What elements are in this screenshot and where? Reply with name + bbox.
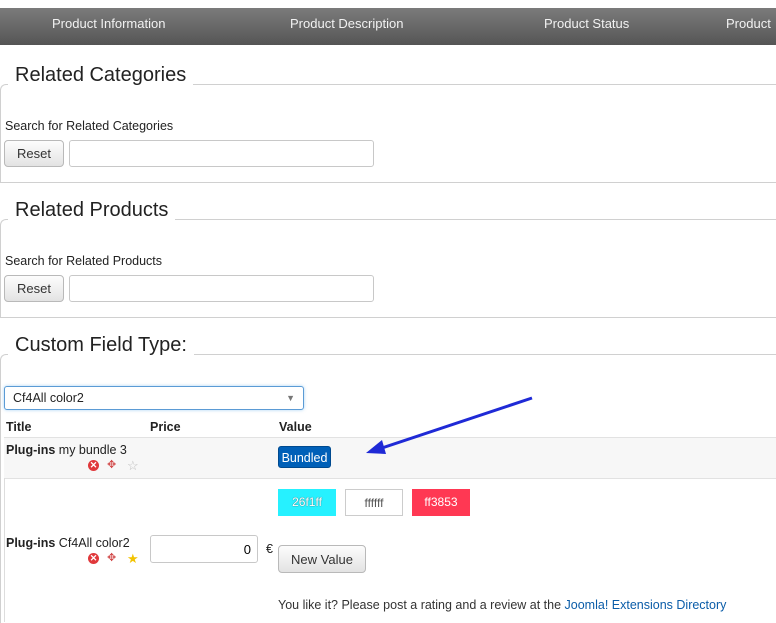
star-icon[interactable]: ☆	[127, 459, 139, 472]
related-products-legend: Related Products	[8, 199, 176, 222]
tab-product[interactable]: Product	[726, 8, 771, 45]
arrow-annotation	[366, 396, 533, 454]
price-input[interactable]	[150, 535, 258, 563]
footer-text: You like it? Please post a rating and a …	[278, 598, 726, 612]
bundled-badge[interactable]: Bundled	[278, 446, 331, 468]
footer-prefix: You like it? Please post a rating and a …	[278, 598, 565, 612]
currency-symbol: €	[266, 542, 273, 556]
column-header-price: Price	[150, 420, 181, 434]
column-header-title: Title	[6, 420, 32, 434]
related-categories-fieldset	[0, 84, 776, 183]
move-icon[interactable]: ✥	[107, 460, 119, 471]
related-products-reset-button[interactable]: Reset	[4, 275, 64, 302]
related-categories-search-label: Search for Related Categories	[5, 119, 174, 133]
row-title-rest: Cf4All color2	[55, 536, 130, 550]
related-categories-legend: Related Categories	[8, 64, 194, 87]
custom-field-legend: Custom Field Type:	[8, 334, 194, 357]
row-title-rest: my bundle 3	[55, 443, 127, 457]
row-title-bold: Plug-ins	[6, 536, 56, 550]
star-icon[interactable]: ★	[127, 552, 139, 565]
row-title: Plug-ins my bundle 3	[6, 443, 127, 457]
related-products-search-label: Search for Related Products	[5, 254, 163, 268]
related-products-fieldset	[0, 219, 776, 318]
delete-icon[interactable]: ✕	[88, 553, 99, 564]
arrow-head	[366, 440, 386, 454]
related-categories-reset-button[interactable]: Reset	[4, 140, 64, 167]
tab-product-description[interactable]: Product Description	[290, 8, 403, 45]
related-categories-search-input[interactable]	[69, 140, 374, 167]
column-header-value: Value	[279, 420, 312, 434]
chevron-down-icon: ▼	[286, 393, 295, 403]
row-title: Plug-ins Cf4All color2	[6, 536, 130, 550]
tab-product-information[interactable]: Product Information	[52, 8, 165, 45]
related-products-search-input[interactable]	[69, 275, 374, 302]
new-value-button[interactable]: New Value	[278, 545, 366, 573]
color-swatch-ffffff[interactable]: ffffff	[345, 489, 403, 516]
row-title-bold: Plug-ins	[6, 443, 56, 457]
extensions-directory-link[interactable]: Joomla! Extensions Directory	[565, 598, 727, 612]
color-swatch-ff3853[interactable]: ff3853	[412, 489, 470, 516]
delete-icon[interactable]: ✕	[88, 460, 99, 471]
custom-field-type-select[interactable]: Cf4All color2 ▼	[4, 386, 304, 410]
arrow-line	[375, 396, 533, 452]
tab-product-status[interactable]: Product Status	[544, 8, 629, 45]
tab-bar: Product Information Product Description …	[0, 8, 776, 45]
move-icon[interactable]: ✥	[107, 553, 119, 564]
select-value: Cf4All color2	[13, 391, 84, 405]
color-swatch-26f1ff[interactable]: 26f1ff	[278, 489, 336, 516]
